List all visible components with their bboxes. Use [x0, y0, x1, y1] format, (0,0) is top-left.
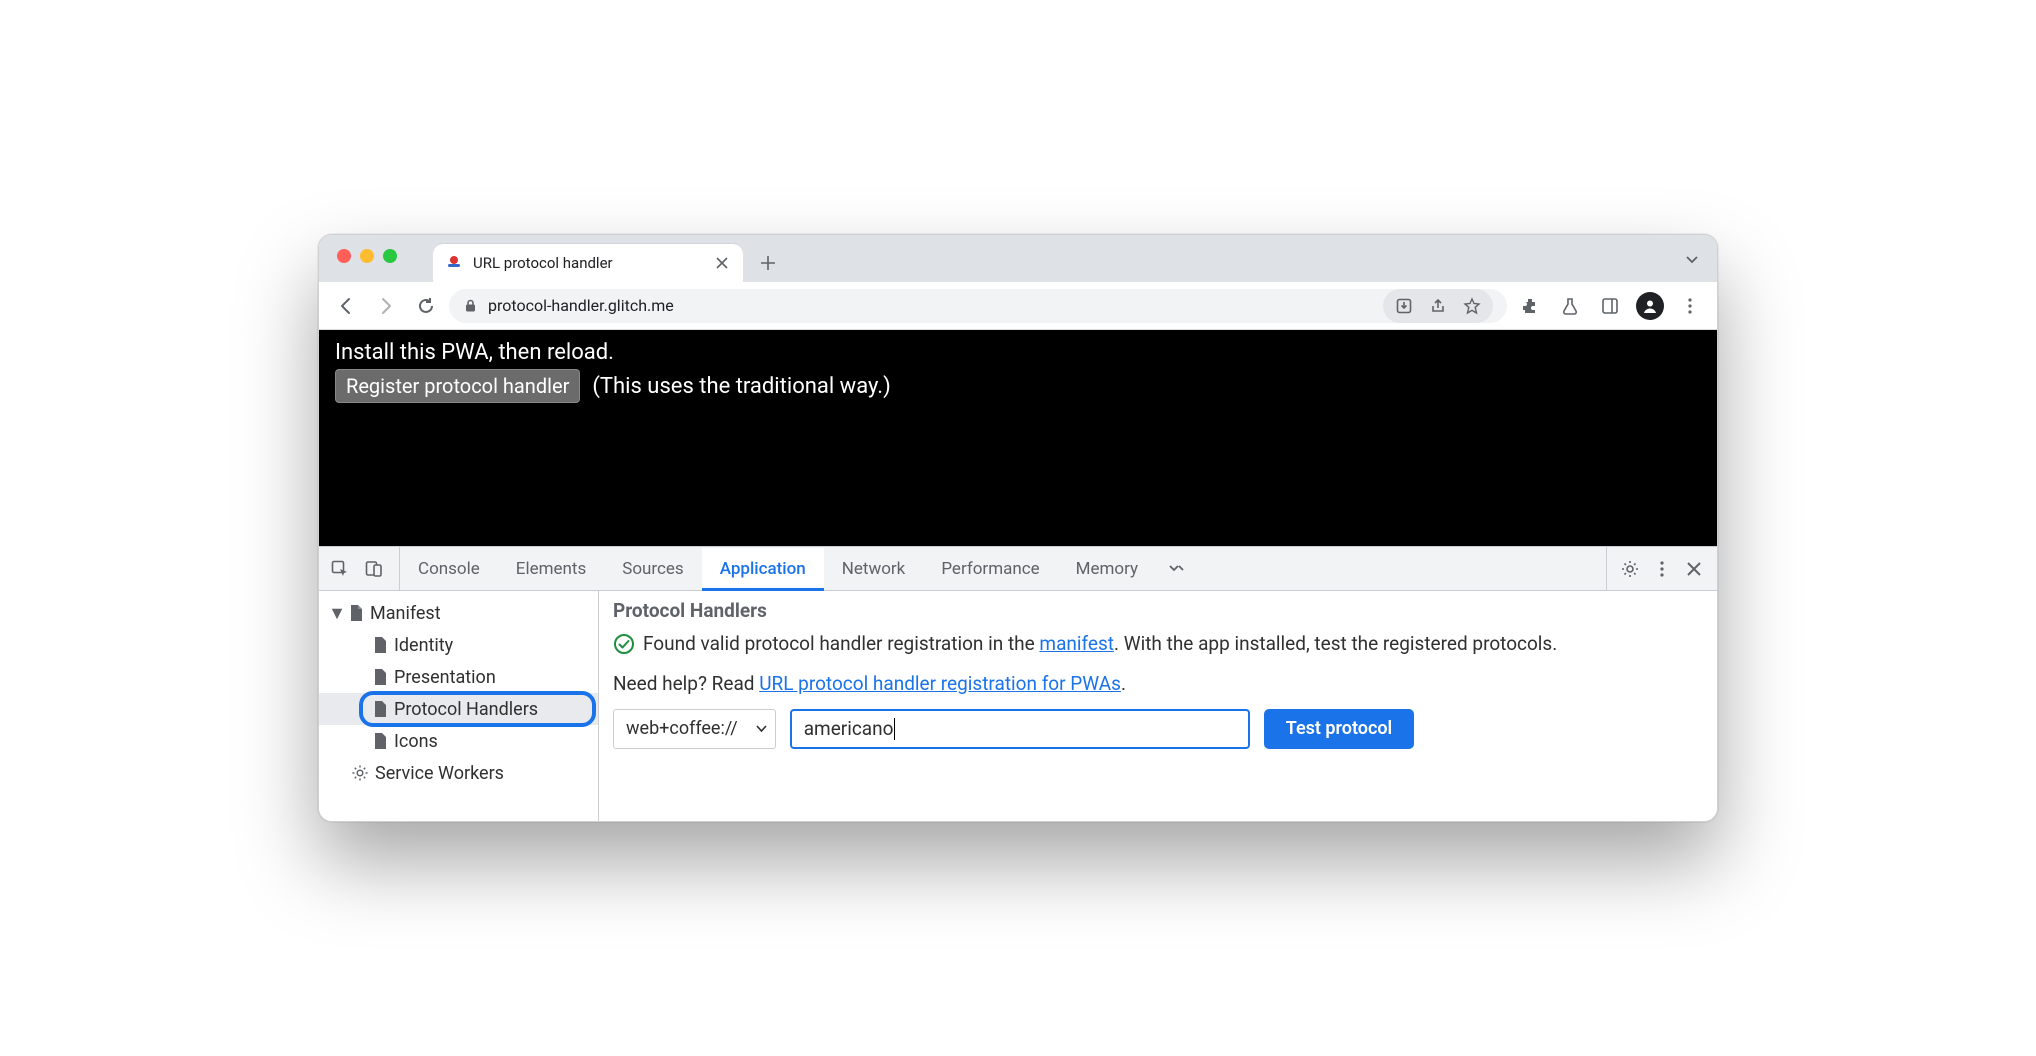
- sidebar-item-label: Protocol Handlers: [394, 699, 538, 720]
- devtools-tab-performance[interactable]: Performance: [923, 547, 1057, 590]
- protocol-scheme-select[interactable]: web+coffee://: [613, 709, 776, 749]
- labs-icon[interactable]: [1553, 289, 1587, 323]
- browser-tab[interactable]: URL protocol handler: [433, 244, 743, 282]
- sidebar-item-label: Identity: [394, 635, 453, 656]
- check-circle-icon: [613, 633, 635, 655]
- panel-title: Protocol Handlers: [613, 599, 1703, 622]
- url-text: protocol-handler.glitch.me: [488, 296, 1373, 315]
- tabs-dropdown-button[interactable]: [1685, 235, 1699, 282]
- browser-toolbar: protocol-handler.glitch.me: [319, 282, 1717, 330]
- profile-avatar[interactable]: [1633, 289, 1667, 323]
- devtools-tab-sources[interactable]: Sources: [604, 547, 701, 590]
- extensions-icon[interactable]: [1513, 289, 1547, 323]
- install-app-icon[interactable]: [1389, 291, 1419, 321]
- sidebar-item-icons[interactable]: Icons: [319, 725, 598, 757]
- devtools-close-icon[interactable]: [1679, 554, 1709, 584]
- chrome-menu-icon[interactable]: [1673, 289, 1707, 323]
- tab-strip: URL protocol handler: [319, 235, 1717, 282]
- devtools-tabs-overflow-icon[interactable]: [1162, 554, 1192, 584]
- sidebar-item-label: Icons: [394, 731, 438, 752]
- device-toolbar-icon[interactable]: [359, 554, 389, 584]
- found-registration-text: Found valid protocol handler registratio…: [643, 630, 1557, 658]
- file-icon: [373, 668, 388, 686]
- share-icon[interactable]: [1423, 291, 1453, 321]
- window-controls: [337, 235, 433, 282]
- devtools-more-icon[interactable]: [1647, 554, 1677, 584]
- close-window-button[interactable]: [337, 249, 351, 263]
- bookmark-star-icon[interactable]: [1457, 291, 1487, 321]
- side-panel-icon[interactable]: [1593, 289, 1627, 323]
- lock-icon: [463, 298, 478, 313]
- sidebar-service-workers[interactable]: Service Workers: [319, 757, 598, 789]
- devtools-tab-network[interactable]: Network: [824, 547, 924, 590]
- chevron-down-icon: [756, 723, 767, 734]
- file-icon: [349, 604, 364, 622]
- reload-button[interactable]: [409, 289, 443, 323]
- maximize-window-button[interactable]: [383, 249, 397, 263]
- tab-title: URL protocol handler: [473, 254, 703, 272]
- back-button[interactable]: [329, 289, 363, 323]
- protocol-value-input[interactable]: americano: [790, 709, 1250, 749]
- devtools-panel: Console Elements Sources Application Net…: [319, 546, 1717, 821]
- devtools-tab-memory[interactable]: Memory: [1058, 547, 1156, 590]
- browser-window: URL protocol handler protocol-handler.gl…: [318, 234, 1718, 822]
- file-icon: [373, 732, 388, 750]
- new-tab-button[interactable]: [751, 246, 785, 280]
- sidebar-manifest-root[interactable]: ▼ Manifest: [319, 597, 598, 629]
- sidebar-item-identity[interactable]: Identity: [319, 629, 598, 661]
- register-protocol-handler-button[interactable]: Register protocol handler: [335, 369, 580, 403]
- sidebar-manifest-label: Manifest: [370, 603, 441, 624]
- page-instruction-text: Install this PWA, then reload.: [335, 340, 1701, 365]
- selected-scheme-text: web+coffee://: [626, 718, 738, 739]
- page-viewport: Install this PWA, then reload. Register …: [319, 330, 1717, 546]
- sidebar-item-protocol-handlers[interactable]: Protocol Handlers: [319, 693, 598, 725]
- text-caret: [894, 718, 895, 740]
- file-icon: [373, 636, 388, 654]
- omnibox-actions: [1383, 289, 1493, 323]
- register-note-text: (This uses the traditional way.): [592, 374, 890, 399]
- help-link[interactable]: URL protocol handler registration for PW…: [759, 672, 1121, 695]
- test-protocol-button[interactable]: Test protocol: [1264, 709, 1415, 749]
- gear-icon: [351, 764, 369, 782]
- sidebar-item-label: Presentation: [394, 667, 496, 688]
- protocol-handlers-panel: Protocol Handlers Found valid protocol h…: [599, 591, 1717, 821]
- file-icon: [373, 700, 388, 718]
- devtools-tab-strip: Console Elements Sources Application Net…: [319, 547, 1717, 591]
- sidebar-item-label: Service Workers: [375, 763, 504, 784]
- help-text: Need help? Read URL protocol handler reg…: [613, 672, 1703, 695]
- manifest-link[interactable]: manifest: [1039, 632, 1114, 655]
- devtools-tab-application[interactable]: Application: [702, 548, 824, 591]
- disclosure-triangle-icon: ▼: [331, 603, 343, 624]
- favicon-icon: [445, 254, 463, 272]
- minimize-window-button[interactable]: [360, 249, 374, 263]
- devtools-tab-elements[interactable]: Elements: [498, 547, 604, 590]
- devtools-settings-icon[interactable]: [1615, 554, 1645, 584]
- sidebar-item-presentation[interactable]: Presentation: [319, 661, 598, 693]
- inspect-element-icon[interactable]: [325, 554, 355, 584]
- application-sidebar: ▼ Manifest Identity Presentation Proto: [319, 591, 599, 821]
- forward-button[interactable]: [369, 289, 403, 323]
- devtools-body: ▼ Manifest Identity Presentation Proto: [319, 591, 1717, 821]
- address-bar[interactable]: protocol-handler.glitch.me: [449, 289, 1507, 323]
- devtools-tab-console[interactable]: Console: [400, 547, 498, 590]
- tab-close-button[interactable]: [713, 254, 731, 272]
